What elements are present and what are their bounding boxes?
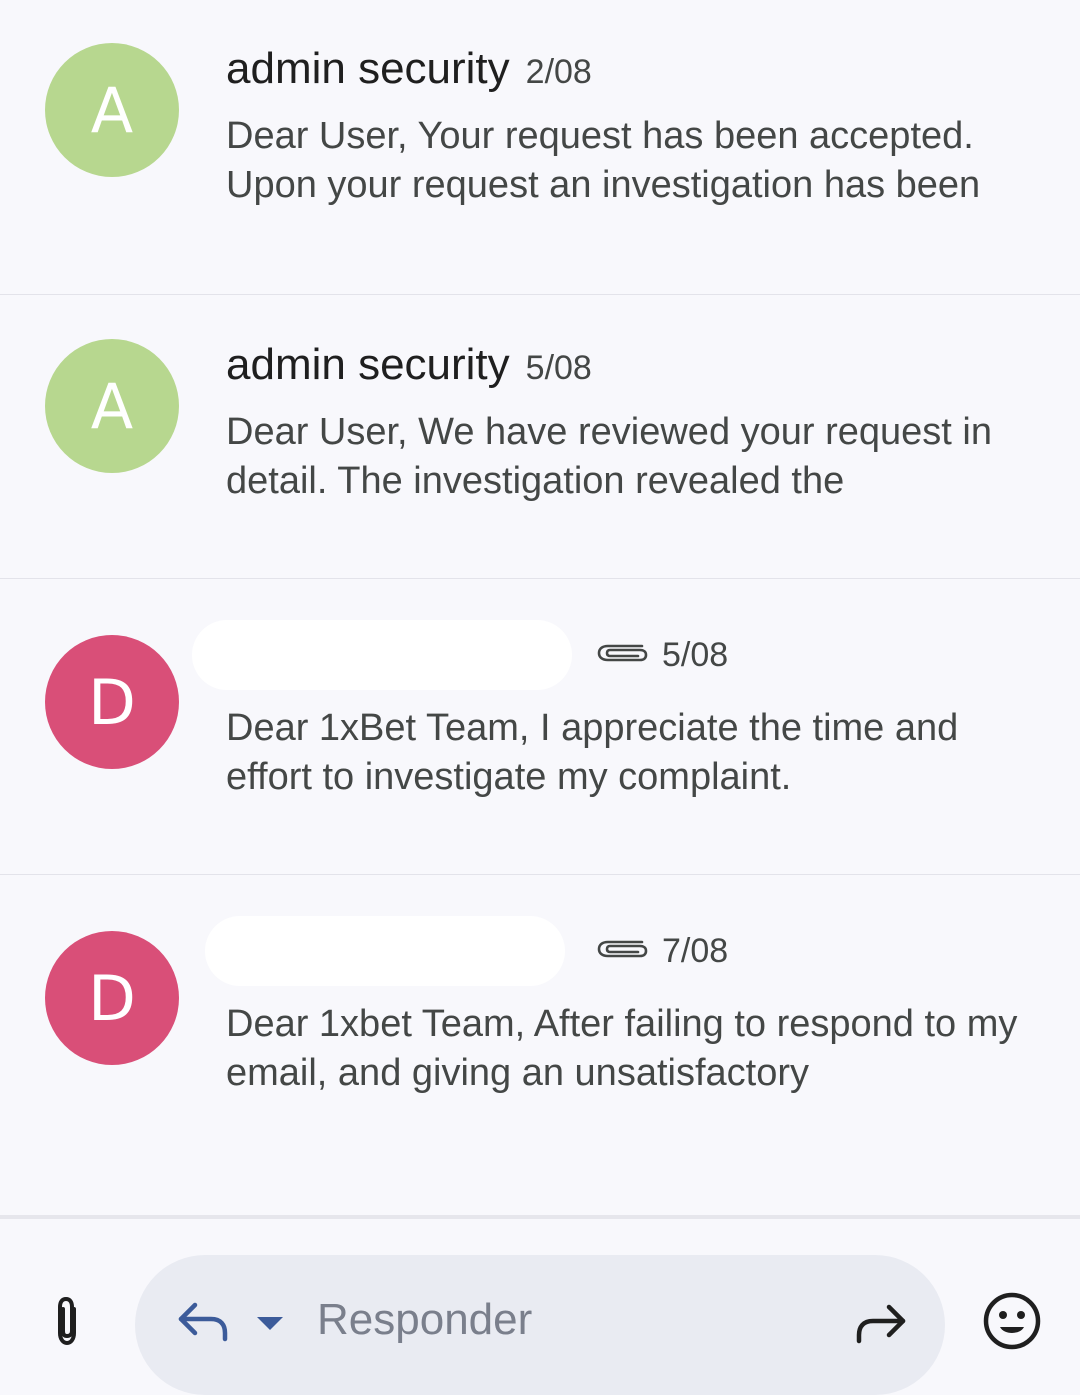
avatar[interactable]: A (45, 339, 179, 473)
avatar-letter: D (88, 961, 136, 1035)
redacted-sender (205, 916, 565, 986)
sender-name: admin security (226, 340, 510, 389)
message-item[interactable]: A admin security 5/08 Dear User, We have… (0, 284, 1080, 579)
forward-icon[interactable] (853, 1301, 909, 1345)
reply-placeholder: Responder (317, 1295, 533, 1344)
message-snippet: Dear 1xbet Team, After failing to respon… (226, 1003, 1018, 1094)
avatar[interactable]: D (45, 635, 179, 769)
attachment-icon (596, 934, 648, 967)
redacted-sender (192, 620, 572, 690)
message-date: 2/08 (525, 53, 592, 91)
reply-icon[interactable] (175, 1299, 231, 1343)
avatar-letter: A (90, 73, 134, 147)
message-header: 7/08 (580, 932, 728, 992)
avatar[interactable]: D (45, 931, 179, 1065)
avatar-letter: D (88, 665, 136, 739)
message-item[interactable]: D 7/08 Dear 1xbet Team, After failing to… (0, 876, 1080, 1171)
message-item[interactable]: A admin security 2/08 Dear User, Your re… (0, 0, 1080, 295)
chevron-down-icon[interactable] (255, 1313, 285, 1333)
reply-bar: Responder (0, 1219, 1080, 1395)
emoji-icon[interactable] (982, 1291, 1042, 1351)
message-thread: A admin security 2/08 Dear User, Your re… (0, 0, 1080, 1215)
message-header: admin security 5/08 (226, 340, 592, 400)
message-snippet: Dear 1xBet Team, I appreciate the time a… (226, 707, 959, 798)
avatar-letter: A (90, 369, 134, 443)
message-snippet: Dear User, We have reviewed your request… (226, 411, 992, 502)
message-date: 7/08 (662, 932, 729, 970)
message-header: 5/08 (580, 636, 728, 696)
sender-name: admin security (226, 44, 510, 93)
message-date: 5/08 (662, 636, 729, 674)
avatar[interactable]: A (45, 43, 179, 177)
reply-field[interactable]: Responder (135, 1255, 945, 1395)
message-header: admin security 2/08 (226, 44, 592, 104)
attachment-icon (596, 638, 648, 671)
message-item[interactable]: D 5/08 Dear 1xBet Team, I appreciate the… (0, 580, 1080, 875)
message-date: 5/08 (525, 349, 592, 387)
message-snippet: Dear User, Your request has been accepte… (226, 115, 981, 206)
paperclip-icon[interactable] (42, 1293, 92, 1349)
